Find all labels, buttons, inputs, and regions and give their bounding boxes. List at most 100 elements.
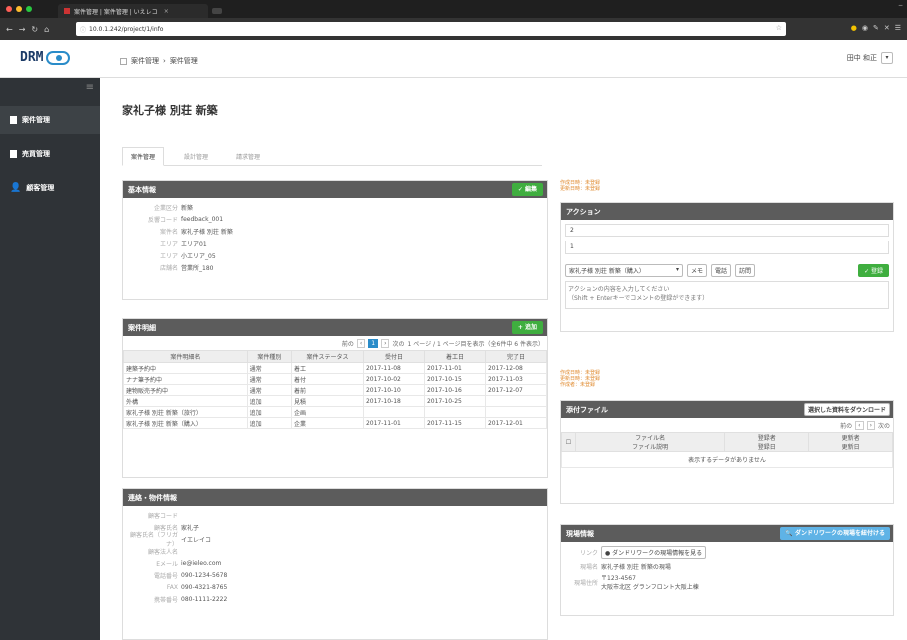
panel-header: 現場情報 🔍 ダンドリワークの現場を紐付ける <box>561 525 893 542</box>
user-menu[interactable]: 田中 和正 ▾ <box>847 52 893 64</box>
minimize-window-button[interactable] <box>16 6 22 12</box>
updated-note: 更新日時：未登録 <box>560 186 601 192</box>
page-title: 家礼子様 別荘 新築 <box>122 104 218 117</box>
sidebar-item-projects[interactable]: 案件管理 <box>0 106 100 134</box>
register-button[interactable]: ✓ 登録 <box>858 264 889 277</box>
info-row: 顧客法人名 <box>123 545 547 557</box>
info-value: エリア01 <box>181 240 207 248</box>
table-cell <box>362 406 425 418</box>
info-label: 携帯番号 <box>153 596 178 604</box>
extension-icon[interactable]: ● <box>851 24 857 32</box>
extension-icon[interactable]: ✕ <box>884 24 890 32</box>
window-control[interactable]: − <box>898 2 903 9</box>
maximize-window-button[interactable] <box>26 6 32 12</box>
user-dropdown[interactable]: ▾ <box>881 52 893 64</box>
visit-button[interactable]: 訪問 <box>735 264 756 277</box>
app-logo[interactable]: DRM <box>20 50 71 65</box>
new-tab-button[interactable] <box>212 8 222 14</box>
panel-title: 案件明細 <box>128 323 156 332</box>
hamburger-icon[interactable]: ≡ <box>86 82 94 93</box>
document-icon <box>10 150 17 158</box>
info-label: エリア <box>159 252 178 260</box>
sidebar-item-customers[interactable]: 👤 顧客管理 <box>0 174 100 202</box>
link-site-label: ダンドリワークの現場を紐付ける <box>794 530 885 537</box>
action-item[interactable]: 1 <box>565 241 889 254</box>
view-site-button[interactable]: ● ダンドリワークの現場情報を見る <box>601 545 707 559</box>
table-cell: ナナ筆予約中 <box>123 373 248 385</box>
info-row: FAX 090-4321-8765 <box>123 581 547 593</box>
home-icon[interactable]: ⌂ <box>44 25 49 34</box>
bookmark-star-icon[interactable]: ☆ <box>776 24 782 32</box>
table-cell: 通常 <box>246 384 293 396</box>
browser-tab[interactable]: 案件管理 | 案件管理 | いえレコ × <box>58 4 208 18</box>
column-header[interactable]: 受付日 <box>362 350 425 363</box>
tab-project[interactable]: 案件管理 <box>122 147 165 166</box>
pager-prev[interactable]: 前の <box>342 339 354 348</box>
info-row: 店舗名 営業所_180 <box>123 261 547 273</box>
column-header[interactable]: 案件明細名 <box>123 350 248 363</box>
phone-button[interactable]: 電話 <box>711 264 732 277</box>
extension-icon[interactable]: ◉ <box>862 24 868 32</box>
pager-next-icon[interactable]: › <box>381 338 390 348</box>
favicon-icon <box>64 8 70 14</box>
logo-mark-icon <box>46 50 71 65</box>
column-header[interactable]: 完了日 <box>484 350 548 363</box>
reload-icon[interactable]: ↻ <box>31 25 38 34</box>
table-row[interactable]: 建物販売予約中 通常 着前 2017-10-10 2017-10-16 2017-12-0… <box>123 384 548 396</box>
memo-button[interactable]: メモ <box>687 264 708 277</box>
panel-title: 連絡・物件情報 <box>128 493 177 502</box>
download-button[interactable]: 選択した資料をダウンロード <box>803 403 890 416</box>
case-table: 案件明細名 案件種別 案件ステータス 受付日 着工日 完了日 建築予約中 通常 着工 2017-1… <box>123 350 548 429</box>
table-cell: 外構 <box>123 395 248 407</box>
target-select[interactable]: 家礼子様 別荘 新築（購入） ▾ <box>565 264 683 277</box>
edit-button[interactable]: ✓ 編集 <box>511 183 543 196</box>
main-content: 家礼子様 別荘 新築 案件管理 設計管理 請求管理 基本情報 ✓ 編集 企業区分新… <box>100 78 907 640</box>
extension-icon[interactable]: ✎ <box>873 24 879 32</box>
table-cell: 2017-12-08 <box>484 362 548 374</box>
pager-prev-icon[interactable]: ‹ <box>356 338 366 348</box>
info-value: 090-1234-5678 <box>181 571 228 579</box>
pager-page[interactable]: 1 <box>368 338 379 348</box>
pager-prev[interactable]: 前の <box>840 421 852 430</box>
pager-next[interactable]: 次の <box>878 421 890 430</box>
pager-next-icon[interactable]: › <box>866 420 875 430</box>
table-cell: 通常 <box>246 362 293 374</box>
breadcrumb-item[interactable]: 案件管理 <box>131 56 159 66</box>
panel-header: 案件明細 + 追加 <box>123 319 547 336</box>
table-row[interactable]: 家礼子様 別荘 新築（旅行） 追加 企画 <box>123 406 548 418</box>
table-row[interactable]: 建築予約中 通常 着工 2017-11-08 2017-11-01 2017-12-08 <box>123 362 548 374</box>
pager-next[interactable]: 次の <box>392 339 404 348</box>
menu-icon[interactable]: ☰ <box>895 24 901 32</box>
sidebar-item-label: 顧客管理 <box>26 184 55 192</box>
close-window-button[interactable] <box>6 6 12 12</box>
pager: 前の ‹ 1 › 次の 1 ページ / 1 ページ目を表示（全6件中 6 件表示… <box>123 336 547 350</box>
select-all-checkbox[interactable]: ☐ <box>561 432 576 452</box>
app-header: DRM 案件管理 › 案件管理 田中 和正 ▾ <box>0 40 907 78</box>
pager-prev-icon[interactable]: ‹ <box>855 420 864 430</box>
user-icon: 👤 <box>10 183 22 193</box>
table-row[interactable]: 家礼子様 別荘 新築（購入） 追加 企業 2017-11-01 2017-11-15 20… <box>123 417 548 429</box>
table-row[interactable]: ナナ筆予約中 通常 着付 2017-10-02 2017-10-15 2017-11-03 <box>123 373 548 385</box>
tab-billing[interactable]: 請求管理 <box>228 148 268 165</box>
tab-close-icon[interactable]: × <box>164 8 169 15</box>
link-site-button[interactable]: 🔍 ダンドリワークの現場を紐付ける <box>780 527 890 540</box>
tab-design[interactable]: 設計管理 <box>176 148 216 165</box>
info-label: 反響コード <box>147 216 178 224</box>
info-row: 反響コード feedback_001 <box>123 213 547 225</box>
file-pager: 前の ‹ › 次の <box>561 418 893 432</box>
column-header[interactable]: 案件種別 <box>246 350 293 363</box>
back-icon[interactable]: ← <box>6 25 13 34</box>
panel-header: 連絡・物件情報 <box>123 489 547 506</box>
column-header[interactable]: 案件ステータス <box>291 350 364 363</box>
site-row: 現場名 家礼子様 別荘 新築の現場 <box>579 563 671 571</box>
action-textarea[interactable] <box>565 281 889 309</box>
action-item[interactable]: 2 <box>565 224 889 237</box>
column-header[interactable]: 着工日 <box>423 350 486 363</box>
table-cell <box>484 406 548 418</box>
table-row[interactable]: 外構 追加 見積 2017-10-18 2017-10-25 <box>123 395 548 407</box>
address-bar[interactable]: ⓘ 10.0.1.242/project/1/info ☆ <box>76 22 786 36</box>
forward-icon[interactable]: → <box>19 25 26 34</box>
sidebar-item-sales[interactable]: 売買管理 <box>0 140 100 168</box>
add-case-button[interactable]: + 追加 <box>511 321 543 334</box>
attachments-panel: 添付ファイル 選択した資料をダウンロード 前の ‹ › 次の ☐ ファイル名 ファイ… <box>560 400 894 504</box>
